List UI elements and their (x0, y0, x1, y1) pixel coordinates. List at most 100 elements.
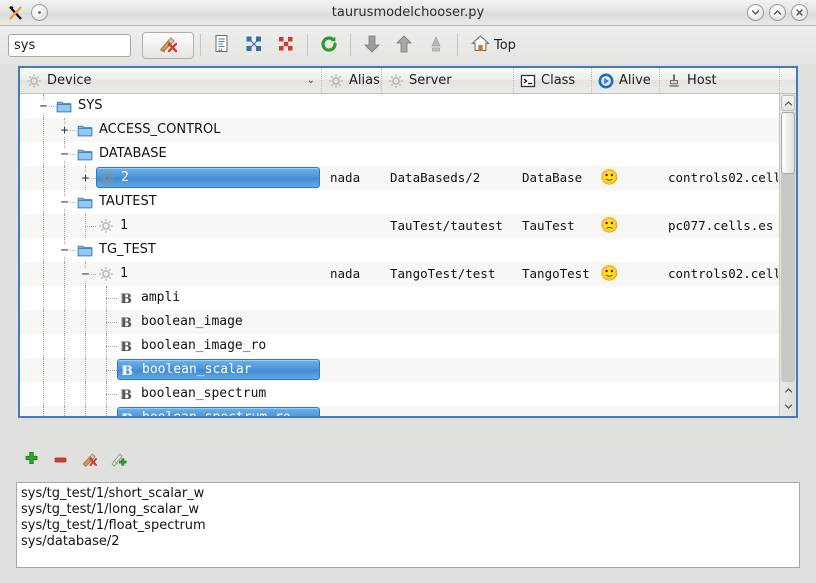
tree-row-tg-test[interactable]: − TG_TEST (20, 238, 796, 262)
expand-node-icon[interactable]: + (80, 172, 91, 185)
tree-row-partial[interactable]: Bboolean_spectrum_ro (20, 406, 796, 416)
column-device[interactable]: Device ⌄ (20, 68, 322, 93)
tree-row-database-2[interactable]: +2 nada DataBaseds/2 DataBase 🙂 controls02.ce… (20, 166, 796, 190)
column-alive[interactable]: Alive (592, 68, 660, 93)
tree-row-ampli[interactable]: Bampli (20, 286, 796, 310)
attribute-icon: B (119, 386, 135, 402)
tree-row-sys[interactable]: − SYS (20, 94, 796, 118)
scroll-up-button[interactable] (781, 95, 795, 111)
selected-models-textarea[interactable]: sys/tg_test/1/short_scalar_w sys/tg_test/… (16, 482, 800, 568)
collapse-node-icon[interactable]: − (59, 196, 70, 209)
column-host-label: Host (687, 73, 717, 88)
tree-row-tautest[interactable]: − TAUTEST (20, 190, 796, 214)
column-alias[interactable]: Alias (322, 68, 382, 93)
device-tree-panel: Device ⌄ Alias Server Class Alive Host − SYS + AC… (18, 66, 798, 418)
collapse-all-button[interactable] (271, 32, 301, 59)
tree-row-tg-test-label-block[interactable]: TG_TEST (75, 239, 163, 260)
go-up-button[interactable] (389, 32, 419, 59)
tree-guide-line (64, 310, 65, 334)
tree-row-tautest-1-host: pc077.cells.es (668, 218, 774, 233)
search-input[interactable] (8, 33, 131, 57)
go-top-button[interactable]: Top (464, 32, 523, 59)
clear-filter-button[interactable] (142, 31, 194, 59)
tree-row-boolean-image[interactable]: Bboolean_image (20, 310, 796, 334)
scroll-thumb[interactable] (781, 112, 795, 174)
minimize-button[interactable] (747, 4, 764, 21)
collapse-node-icon[interactable]: − (59, 244, 70, 257)
go-down-button[interactable] (357, 32, 387, 59)
model-line: sys/tg_test/1/float_spectrum (21, 518, 206, 533)
tree-row-database-2-class: DataBase (522, 170, 583, 185)
tree-row-boolean-spectrum-label-block[interactable]: Bboolean_spectrum (117, 383, 273, 404)
tree-row-boolean-image-text: boolean_image (141, 314, 243, 329)
gear-icon (328, 73, 344, 89)
tree-row-database-label-block[interactable]: DATABASE (75, 143, 174, 164)
window-menu-button[interactable] (31, 4, 48, 21)
tree-row-tg-test-1[interactable]: − 1 nada TangoTest/test TangoTest 🙂 controls02… (20, 262, 796, 286)
gear-icon (98, 266, 114, 282)
tree-row-sys-label-block[interactable]: SYS (54, 95, 109, 116)
scroll-track[interactable] (781, 112, 795, 382)
folder-icon (77, 146, 93, 162)
tree-row-boolean-image-ro[interactable]: Bboolean_image_ro (20, 334, 796, 358)
column-host[interactable]: Host (660, 68, 780, 93)
tree-row-partial-label-block[interactable]: Bboolean_spectrum_ro (117, 407, 320, 416)
tree-row-boolean-image-label-block[interactable]: Bboolean_image (117, 311, 250, 332)
tree-row-tg-test-text: TG_TEST (99, 242, 156, 257)
gear-icon (388, 73, 404, 89)
column-server[interactable]: Server (382, 68, 514, 93)
tree-row-access-control[interactable]: + ACCESS_CONTROL (20, 118, 796, 142)
tree-row-ampli-label-block[interactable]: Bampli (117, 287, 187, 308)
column-class[interactable]: Class (514, 68, 592, 93)
wand-add-icon (109, 450, 128, 472)
toggle-details-button[interactable] (207, 32, 237, 59)
scroll-down-button[interactable] (780, 398, 796, 414)
tree-guide-line (85, 382, 86, 406)
tree-guide-line (85, 334, 86, 358)
tree-row-boolean-spectrum[interactable]: Bboolean_spectrum (20, 382, 796, 406)
tree-row-tautest-1-label-block[interactable]: 1 (96, 215, 135, 236)
tree-body[interactable]: − SYS + ACCESS_CONTROL − DATABASE +2 nada DataBa… (20, 94, 796, 416)
collapse-node-icon[interactable]: − (59, 148, 70, 161)
add-model-button[interactable] (18, 448, 44, 474)
broom-clear-icon (80, 450, 99, 472)
gear-icon (26, 73, 42, 89)
tree-row-tg-test-1-label-block[interactable]: 1 (96, 263, 135, 284)
tree-row-boolean-scalar-label-block[interactable]: Bboolean_scalar (117, 359, 320, 380)
tree-row-tautest-label-block[interactable]: TAUTEST (75, 191, 164, 212)
collapse-node-icon[interactable]: − (80, 268, 91, 281)
collapse-red-icon (277, 35, 295, 56)
remove-model-button[interactable] (47, 448, 73, 474)
refresh-button[interactable] (314, 32, 344, 59)
tree-row-tautest-1-class: TauTest (522, 218, 575, 233)
close-button[interactable] (791, 4, 808, 21)
tree-row-access-control-label-block[interactable]: ACCESS_CONTROL (75, 119, 228, 140)
title-bar-buttons (747, 4, 816, 21)
tree-guide-line (64, 406, 65, 416)
collapse-node-icon[interactable]: − (38, 100, 49, 113)
model-line: sys/tg_test/1/short_scalar_w (21, 486, 205, 501)
tree-row-boolean-scalar-text: boolean_scalar (142, 362, 252, 377)
toolbar-separator-3 (350, 34, 351, 56)
expand-all-button[interactable] (239, 32, 269, 59)
tree-guide-line (64, 334, 65, 358)
tree-row-database[interactable]: − DATABASE (20, 142, 796, 166)
gear-icon (99, 170, 115, 186)
go-leaf-button[interactable] (421, 32, 451, 59)
host-icon (666, 73, 682, 89)
tree-row-tautest-1[interactable]: 1 TauTest/tautest TauTest 🙁 pc077.cells.es (20, 214, 796, 238)
tree-row-boolean-image-ro-label-block[interactable]: Bboolean_image_ro (117, 335, 273, 356)
expand-node-icon[interactable]: + (59, 124, 70, 137)
clear-models-button[interactable] (76, 448, 102, 474)
scroll-up-button-2[interactable] (780, 382, 796, 398)
maximize-button[interactable] (769, 4, 786, 21)
tree-row-boolean-spectrum-text: boolean_spectrum (141, 386, 267, 401)
add-custom-model-button[interactable] (105, 448, 131, 474)
tree-vertical-scrollbar[interactable] (779, 94, 796, 416)
tree-row-tg-test-1-server: TangoTest/test (390, 266, 496, 281)
tree-row-database-2-label-block[interactable]: 2 (96, 167, 320, 188)
tree-row-partial-text: boolean_spectrum_ro (142, 410, 291, 416)
tree-row-boolean-scalar[interactable]: Bboolean_scalar (20, 358, 796, 382)
home-icon (471, 34, 490, 57)
tree-guide-line (85, 406, 86, 416)
